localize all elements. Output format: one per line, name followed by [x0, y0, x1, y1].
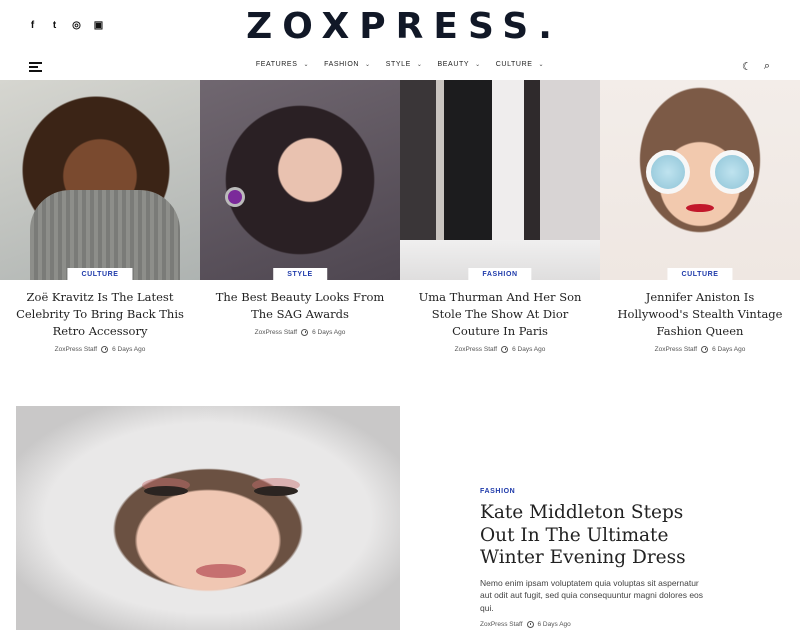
clock-icon	[526, 621, 534, 628]
article-card[interactable]: CULTURE Jennifer Aniston Is Hollywood's …	[600, 80, 800, 353]
article-title[interactable]: Jennifer Aniston Is Hollywood's Stealth …	[600, 289, 800, 340]
nav-item-beauty[interactable]: BEAUTY ⌄	[438, 61, 481, 68]
post-time: 6 Days Ago	[512, 346, 546, 353]
feature-title[interactable]: Kate Middleton Steps Out In The Ultimate…	[480, 502, 720, 570]
nav-item-culture[interactable]: CULTURE ⌄	[496, 61, 544, 68]
eye-shape	[144, 486, 188, 496]
post-time: 6 Days Ago	[537, 621, 571, 628]
feature-article: FASHION Kate Middleton Steps Out In The …	[480, 488, 720, 628]
category-tag[interactable]: STYLE	[273, 268, 327, 281]
article-meta: ZoxPress Staff 6 Days Ago	[200, 329, 400, 336]
author-name[interactable]: ZoxPress Staff	[55, 346, 98, 353]
article-meta: ZoxPress Staff 6 Days Ago	[400, 346, 600, 353]
chevron-down-icon: ⌄	[475, 62, 481, 68]
nav-item-features[interactable]: FEATURES ⌄	[256, 61, 309, 68]
article-title[interactable]: The Best Beauty Looks From The SAG Award…	[200, 289, 400, 323]
article-meta: ZoxPress Staff 6 Days Ago	[0, 346, 200, 353]
article-card[interactable]: STYLE The Best Beauty Looks From The SAG…	[200, 80, 400, 353]
article-image[interactable]	[200, 80, 400, 280]
main-navbar: FEATURES ⌄ FASHION ⌄ STYLE ⌄ BEAUTY ⌄ CULTUR…	[0, 56, 800, 78]
article-grid: CULTURE Zoë Kravitz Is The Latest Celebr…	[0, 80, 800, 353]
chevron-down-icon: ⌄	[365, 62, 371, 68]
clock-icon	[501, 346, 509, 353]
article-card[interactable]: CULTURE Zoë Kravitz Is The Latest Celebr…	[0, 80, 200, 353]
author-name[interactable]: ZoxPress Staff	[255, 329, 298, 336]
main-nav: FEATURES ⌄ FASHION ⌄ STYLE ⌄ BEAUTY ⌄ CULTUR…	[0, 61, 800, 68]
nav-item-fashion[interactable]: FASHION ⌄	[324, 61, 371, 68]
chevron-down-icon: ⌄	[303, 62, 310, 68]
sunglasses-lens	[710, 150, 754, 194]
clock-icon	[101, 346, 109, 353]
article-title[interactable]: Uma Thurman And Her Son Stole The Show A…	[400, 289, 600, 340]
eye-shape	[254, 486, 298, 496]
category-tag[interactable]: CULTURE	[67, 268, 133, 281]
article-card[interactable]: FASHION Uma Thurman And Her Son Stole Th…	[400, 80, 600, 353]
author-name[interactable]: ZoxPress Staff	[655, 346, 698, 353]
site-logo[interactable]: ZOXPRESS.	[0, 6, 800, 47]
nav-label: CULTURE	[495, 61, 533, 68]
article-image[interactable]	[600, 80, 800, 280]
post-time: 6 Days Ago	[712, 346, 746, 353]
category-tag[interactable]: FASHION	[468, 268, 532, 281]
post-time: 6 Days Ago	[112, 346, 146, 353]
article-meta: ZoxPress Staff 6 Days Ago	[480, 621, 720, 628]
author-name[interactable]: ZoxPress Staff	[480, 621, 523, 628]
search-icon[interactable]: ⌕	[764, 60, 770, 73]
nav-label: BEAUTY	[437, 61, 470, 68]
category-tag[interactable]: CULTURE	[667, 268, 733, 281]
nav-item-style[interactable]: STYLE ⌄	[386, 61, 423, 68]
nav-label: FASHION	[324, 61, 360, 68]
category-tag[interactable]: FASHION	[480, 488, 720, 495]
clock-icon	[301, 329, 309, 336]
site-header: f t ◎ ▣ ZOXPRESS.	[0, 0, 800, 52]
chevron-down-icon: ⌄	[416, 62, 423, 68]
lips-shape	[686, 204, 714, 212]
lips-shape	[196, 564, 246, 578]
post-time: 6 Days Ago	[312, 329, 346, 336]
article-title[interactable]: Zoë Kravitz Is The Latest Celebrity To B…	[0, 289, 200, 340]
feature-excerpt: Nemo enim ipsam voluptatem quia voluptas…	[480, 577, 704, 613]
dark-mode-icon[interactable]: ☾	[742, 60, 752, 73]
nav-label: FEATURES	[255, 61, 298, 68]
sunglasses-lens	[646, 150, 690, 194]
chevron-down-icon: ⌄	[538, 62, 545, 68]
clock-icon	[701, 346, 709, 353]
feature-image[interactable]	[16, 406, 400, 630]
article-image[interactable]	[0, 80, 200, 280]
author-name[interactable]: ZoxPress Staff	[455, 346, 498, 353]
nav-label: STYLE	[385, 61, 411, 68]
article-image[interactable]	[400, 80, 600, 280]
article-meta: ZoxPress Staff 6 Days Ago	[600, 346, 800, 353]
